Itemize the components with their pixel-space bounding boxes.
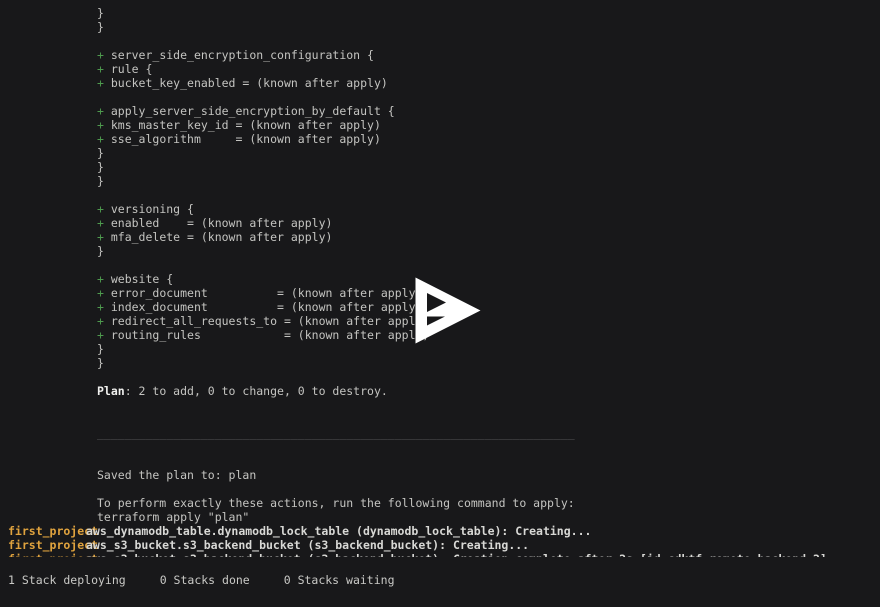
plan-line bbox=[0, 258, 880, 272]
plan-line: + enabled = (known after apply) bbox=[0, 216, 880, 230]
deploy-log-message: aws_dynamodb_table.dynamodb_lock_table (… bbox=[86, 524, 592, 538]
plan-add-marker: + bbox=[97, 76, 111, 90]
plan-line-text: versioning { bbox=[110, 202, 194, 216]
plan-line: + apply_server_side_encryption_by_defaul… bbox=[0, 104, 880, 118]
plan-line bbox=[0, 34, 880, 48]
plan-add-marker: + bbox=[97, 48, 111, 62]
status-bar: 1 Stack deploying 0 Stacks done 0 Stacks w… bbox=[0, 557, 880, 607]
plan-line: + versioning { bbox=[0, 202, 880, 216]
deploy-log-stack-name: first_project bbox=[8, 524, 99, 538]
apply-hint-text-1: To perform exactly these actions, run th… bbox=[97, 496, 575, 510]
plan-line bbox=[0, 188, 880, 202]
saved-plan-line: Saved the plan to: plan bbox=[0, 468, 880, 482]
plan-line: } bbox=[0, 244, 880, 258]
status-stacks-done: 0 Stacks done bbox=[159, 573, 250, 587]
terminal-output[interactable]: }} + server_side_encryption_configuration… bbox=[0, 0, 880, 607]
apply-hint-line-2: terraform apply "plan" bbox=[0, 510, 880, 524]
plan-line: } bbox=[0, 20, 880, 34]
plan-line-text: enabled = (known after apply) bbox=[110, 216, 333, 230]
plan-line: + routing_rules = (known after apply) bbox=[0, 328, 880, 342]
plan-line-text: } bbox=[97, 20, 104, 34]
plan-add-marker: + bbox=[97, 118, 111, 132]
plan-line-text: } bbox=[97, 174, 104, 188]
plan-line: + redirect_all_requests_to = (known afte… bbox=[0, 314, 880, 328]
plan-line-text: } bbox=[97, 6, 104, 20]
plan-add-marker: + bbox=[97, 202, 111, 216]
terminal-rows: }} + server_side_encryption_configuration… bbox=[0, 6, 880, 566]
plan-line-text: apply_server_side_encryption_by_default … bbox=[110, 104, 395, 118]
plan-line bbox=[0, 90, 880, 104]
plan-line-text: } bbox=[97, 160, 104, 174]
deploy-log-line: first_projectaws_dynamodb_table.dynamodb… bbox=[0, 524, 880, 538]
plan-summary: Plan: 2 to add, 0 to change, 0 to destro… bbox=[0, 384, 880, 398]
plan-add-marker: + bbox=[97, 62, 111, 76]
deploy-log-stack-name: first_project bbox=[8, 538, 99, 552]
deploy-log-message: aws_s3_bucket.s3_backend_bucket (s3_back… bbox=[86, 538, 530, 552]
plan-line-text: error_document = (known after apply) bbox=[110, 286, 423, 300]
plan-line-text: rule { bbox=[110, 62, 153, 76]
deploy-log-line: first_projectaws_s3_bucket.s3_backend_bu… bbox=[0, 538, 880, 552]
plan-line: + rule { bbox=[0, 62, 880, 76]
section-divider-text: ________________________________________… bbox=[97, 426, 575, 440]
plan-summary-label: Plan bbox=[97, 384, 125, 398]
plan-line-text: sse_algorithm = (known after apply) bbox=[110, 132, 381, 146]
status-stacks-deploying: 1 Stack deploying bbox=[8, 573, 126, 587]
plan-line: } bbox=[0, 160, 880, 174]
plan-line-text: } bbox=[97, 356, 104, 370]
plan-line-text: } bbox=[97, 146, 104, 160]
plan-add-marker: + bbox=[97, 272, 111, 286]
plan-line: } bbox=[0, 174, 880, 188]
plan-add-marker: + bbox=[97, 216, 111, 230]
plan-line: + bucket_key_enabled = (known after appl… bbox=[0, 76, 880, 90]
plan-summary-text: : 2 to add, 0 to change, 0 to destroy. bbox=[124, 384, 388, 398]
plan-add-marker: + bbox=[97, 230, 111, 244]
plan-add-marker: + bbox=[97, 328, 111, 342]
plan-line-text: mfa_delete = (known after apply) bbox=[110, 230, 333, 244]
plan-add-marker: + bbox=[97, 286, 111, 300]
plan-line: + sse_algorithm = (known after apply) bbox=[0, 132, 880, 146]
plan-line: + error_document = (known after apply) bbox=[0, 286, 880, 300]
plan-line: } bbox=[0, 6, 880, 20]
saved-plan-text: Saved the plan to: plan bbox=[97, 468, 257, 482]
apply-hint-line-1: To perform exactly these actions, run th… bbox=[0, 496, 880, 510]
plan-add-marker: + bbox=[97, 300, 111, 314]
section-divider: ________________________________________… bbox=[0, 426, 880, 440]
plan-line-text: } bbox=[97, 244, 104, 258]
plan-add-marker: + bbox=[97, 104, 111, 118]
plan-line: + mfa_delete = (known after apply) bbox=[0, 230, 880, 244]
plan-line: } bbox=[0, 146, 880, 160]
plan-line-text: redirect_all_requests_to = (known after … bbox=[110, 314, 430, 328]
plan-line-text: server_side_encryption_configuration { bbox=[110, 48, 374, 62]
plan-line-text: website { bbox=[110, 272, 174, 286]
plan-add-marker: + bbox=[97, 132, 111, 146]
plan-line-text: bucket_key_enabled = (known after apply) bbox=[110, 76, 388, 90]
status-bar-line: 1 Stack deploying 0 Stacks done 0 Stacks w… bbox=[8, 573, 395, 587]
plan-line-text: kms_master_key_id = (known after apply) bbox=[110, 118, 381, 132]
plan-line: } bbox=[0, 342, 880, 356]
plan-add-marker: + bbox=[97, 314, 111, 328]
apply-hint-text-2: terraform apply "plan" bbox=[97, 510, 250, 524]
plan-line: + website { bbox=[0, 272, 880, 286]
plan-line: + index_document = (known after apply) bbox=[0, 300, 880, 314]
plan-line-text: } bbox=[97, 342, 104, 356]
plan-line-text: routing_rules = (known after apply) bbox=[110, 328, 430, 342]
status-stacks-waiting: 0 Stacks waiting bbox=[283, 573, 395, 587]
plan-line: + server_side_encryption_configuration { bbox=[0, 48, 880, 62]
plan-line: } bbox=[0, 356, 880, 370]
plan-line-text: index_document = (known after apply) bbox=[110, 300, 423, 314]
plan-line: + kms_master_key_id = (known after apply… bbox=[0, 118, 880, 132]
